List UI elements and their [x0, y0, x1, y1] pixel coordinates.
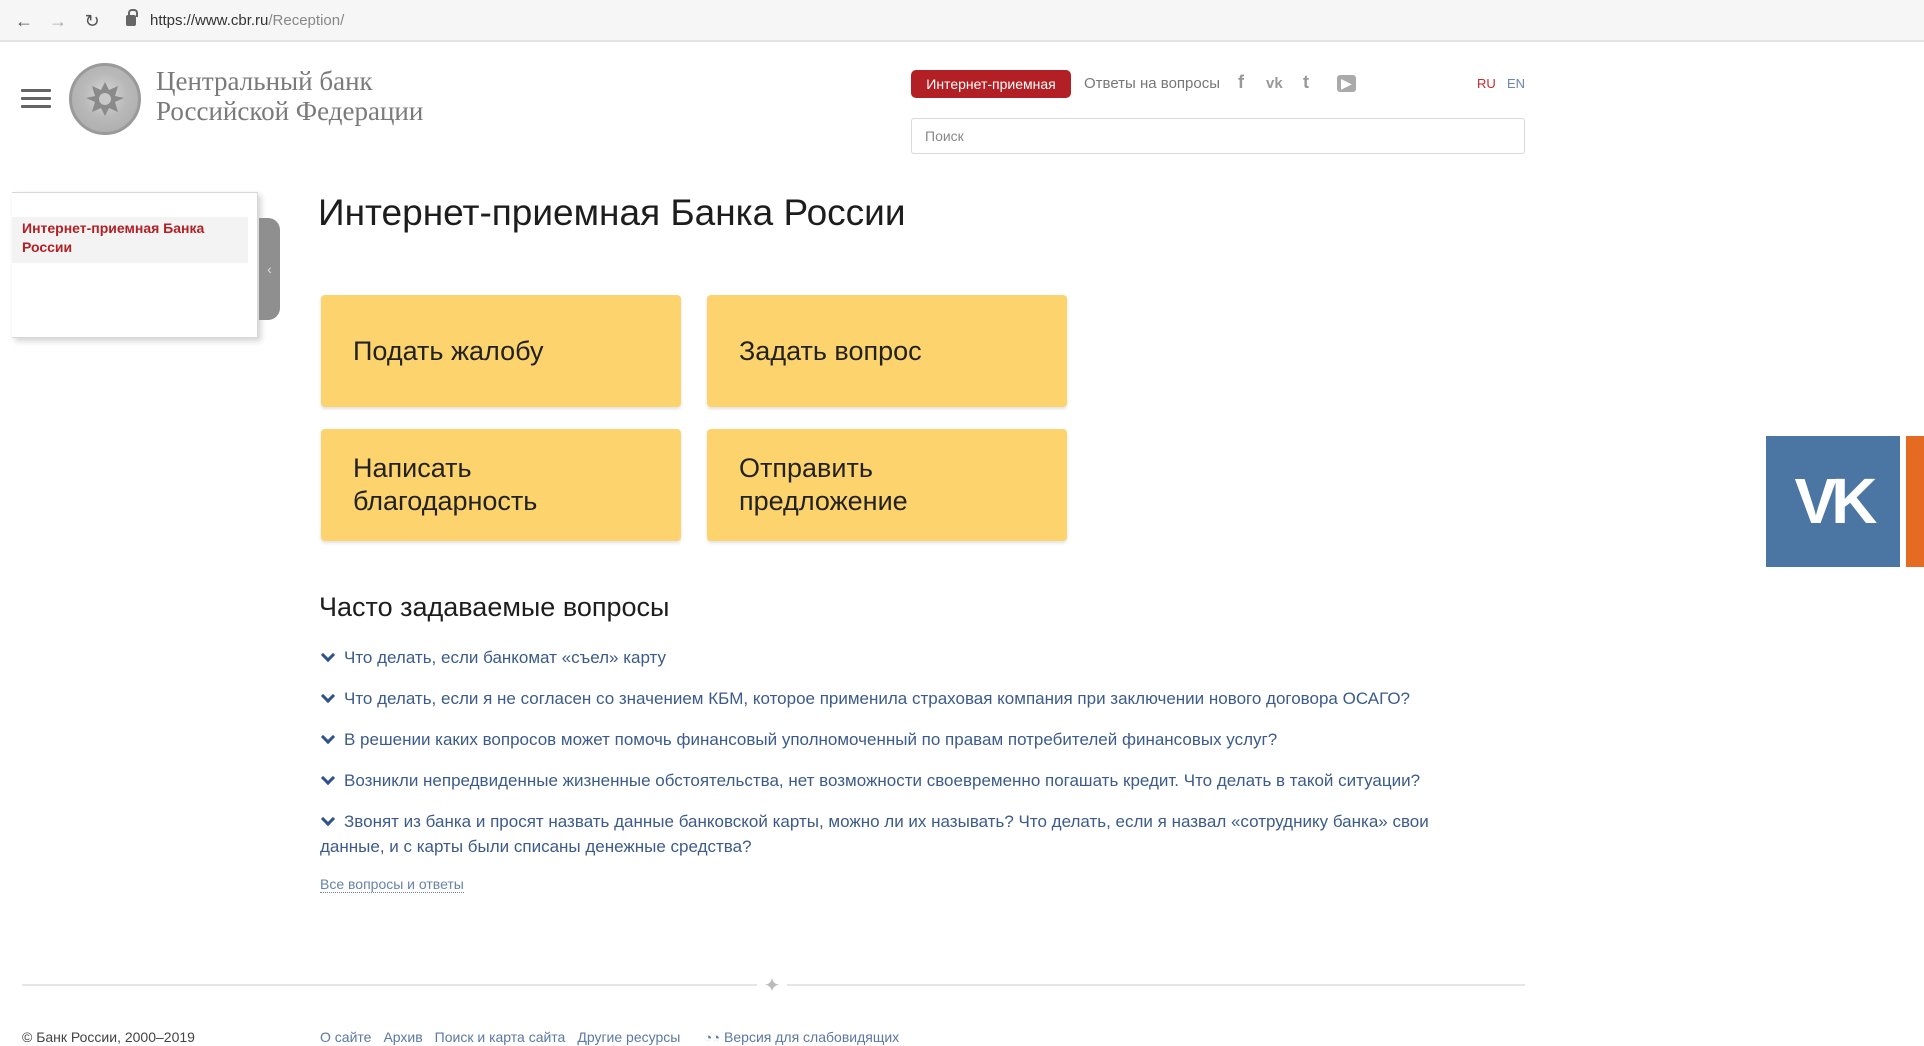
- search-input[interactable]: [911, 118, 1525, 154]
- all-faq-link[interactable]: Все вопросы и ответы: [320, 876, 464, 893]
- accessibility-link[interactable]: Версия для слабовидящих: [724, 1029, 899, 1045]
- faq-item[interactable]: Звонят из банка и просят назвать данные …: [320, 809, 1490, 859]
- youtube-icon[interactable]: ▶: [1337, 75, 1356, 92]
- reload-icon[interactable]: ↻: [81, 10, 103, 32]
- faq-header-link[interactable]: Ответы на вопросы: [1084, 75, 1220, 92]
- page-title: Интернет-приемная Банка России: [318, 192, 906, 233]
- reception-button[interactable]: Интернет-приемная: [911, 70, 1071, 98]
- lang-en-link[interactable]: EN: [1507, 76, 1525, 91]
- bank-name-line2: Российской Федерации: [156, 96, 424, 126]
- address-bar[interactable]: https://www.cbr.ru/Reception/: [126, 9, 344, 33]
- chevron-down-icon: [320, 688, 336, 704]
- faq-item[interactable]: В решении каких вопросов может помочь фи…: [320, 727, 1510, 752]
- faq-item[interactable]: Возникли непредвиденные жизненные обстоя…: [320, 768, 1510, 793]
- faq-question: Возникли непредвиденные жизненные обстоя…: [344, 771, 1421, 790]
- faq-question: Звонят из банка и просят назвать данные …: [320, 812, 1429, 856]
- chevron-down-icon: [320, 647, 336, 663]
- suggestion-button[interactable]: Отправить предложение: [707, 429, 1067, 541]
- back-arrow-icon[interactable]: ←: [13, 10, 35, 32]
- faq-item[interactable]: Что делать, если я не согласен со значен…: [320, 686, 1510, 711]
- footer-link-about[interactable]: О сайте: [320, 1029, 371, 1045]
- sidebar-item-reception[interactable]: Интернет-приемная Банка России: [12, 217, 248, 263]
- facebook-icon[interactable]: f: [1238, 72, 1244, 93]
- url-host: https://www.cbr.ru: [150, 12, 269, 29]
- bank-name-line1: Центральный банк: [156, 66, 373, 96]
- sidebar: Интернет-приемная Банка России: [12, 192, 258, 338]
- gratitude-button[interactable]: Написать благодарность: [321, 429, 681, 541]
- faq-title: Часто задаваемые вопросы: [319, 592, 670, 622]
- suggestion-label: Отправить предложение: [739, 453, 908, 516]
- ask-question-button[interactable]: Задать вопрос: [707, 295, 1067, 407]
- bank-emblem-logo[interactable]: [69, 63, 141, 135]
- browser-toolbar: ← → ↻ https://www.cbr.ru/Reception/: [0, 0, 1924, 42]
- gratitude-label: Написать благодарность: [353, 453, 538, 516]
- lang-ru-link[interactable]: RU: [1477, 76, 1496, 91]
- lock-icon: [126, 9, 138, 26]
- forward-arrow-icon[interactable]: →: [47, 10, 69, 32]
- menu-icon[interactable]: [21, 89, 51, 109]
- complaint-button[interactable]: Подать жалобу: [321, 295, 681, 407]
- faq-question: Что делать, если я не согласен со значен…: [344, 689, 1411, 708]
- copyright: © Банк России, 2000–2019: [22, 1029, 195, 1045]
- footer-emblem-icon: ✦: [757, 974, 787, 998]
- faq-question: В решении каких вопросов может помочь фи…: [344, 730, 1278, 749]
- twitter-icon[interactable]: t: [1303, 72, 1309, 93]
- footer-link-archive[interactable]: Архив: [383, 1029, 422, 1045]
- footer-link-sitemap[interactable]: Поиск и карта сайта: [435, 1029, 566, 1045]
- ask-question-label: Задать вопрос: [739, 335, 922, 366]
- glasses-icon: ◔◔: [704, 1030, 721, 1045]
- footer-link-resources[interactable]: Другие ресурсы: [577, 1029, 680, 1045]
- bank-name[interactable]: Центральный банк Российской Федерации: [156, 66, 423, 126]
- faq-item[interactable]: Что делать, если банкомат «съел» карту: [320, 645, 1510, 670]
- chevron-down-icon: [320, 811, 336, 827]
- faq-question: Что делать, если банкомат «съел» карту: [344, 648, 667, 667]
- footer-links: О сайте Архив Поиск и карта сайта Другие ре…: [320, 1029, 911, 1045]
- side-widget-tab[interactable]: [1906, 436, 1924, 567]
- url-path: /Reception/: [268, 12, 345, 29]
- vk-icon[interactable]: vk: [1266, 75, 1283, 92]
- chevron-down-icon: [320, 729, 336, 745]
- sidebar-item-label: Интернет-приемная Банка России: [22, 220, 205, 255]
- complaint-label: Подать жалобу: [353, 335, 544, 366]
- sidebar-collapse-chevron-icon[interactable]: ‹: [259, 218, 280, 320]
- vk-widget-icon[interactable]: VK: [1766, 436, 1900, 567]
- chevron-down-icon: [320, 770, 336, 786]
